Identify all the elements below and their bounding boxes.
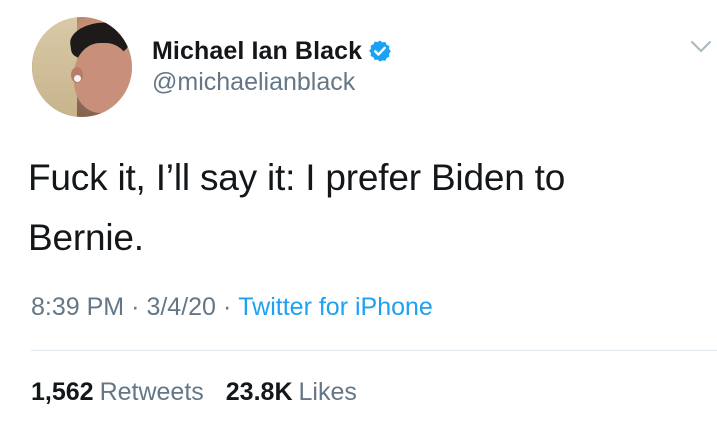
tweet-date[interactable]: 3/4/20 xyxy=(146,293,216,321)
tweet-text-line: Bernie. xyxy=(28,217,144,258)
retweets-stat[interactable]: 1,562 Retweets xyxy=(31,378,204,406)
user-handle[interactable]: @michaelianblack xyxy=(152,68,392,97)
avatar-earbud xyxy=(74,75,81,82)
verified-badge-icon xyxy=(369,40,392,62)
separator-dot: · xyxy=(222,293,232,321)
avatar[interactable] xyxy=(32,17,132,117)
retweets-label: Retweets xyxy=(99,378,204,406)
likes-count: 23.8K xyxy=(225,378,293,406)
divider xyxy=(31,350,717,351)
chevron-down-icon[interactable] xyxy=(690,40,712,54)
engagement-stats: 1,562 Retweets 23.8K Likes xyxy=(31,378,357,407)
author-block[interactable]: Michael Ian Black @michaelianblack xyxy=(152,36,392,97)
retweets-count: 1,562 xyxy=(31,378,94,406)
avatar-background xyxy=(32,17,77,117)
tweet-text: Fuck it, I’ll say it: I prefer Biden to … xyxy=(28,148,668,268)
likes-stat[interactable]: 23.8K Likes xyxy=(226,378,357,406)
tweet-text-line: Fuck it, I’ll say it: I prefer Biden to xyxy=(28,157,566,198)
tweet-source-link[interactable]: Twitter for iPhone xyxy=(238,293,433,321)
display-name[interactable]: Michael Ian Black xyxy=(152,37,362,66)
display-name-row: Michael Ian Black xyxy=(152,36,392,66)
avatar-face xyxy=(74,43,132,113)
tweet-meta: 8:39 PM · 3/4/20 · Twitter for iPhone xyxy=(31,293,433,322)
separator-dot: · xyxy=(131,293,140,321)
likes-label: Likes xyxy=(298,378,357,406)
tweet-time[interactable]: 8:39 PM xyxy=(31,293,124,321)
tweet-card: Michael Ian Black @michaelianblack Fuck … xyxy=(0,0,717,421)
